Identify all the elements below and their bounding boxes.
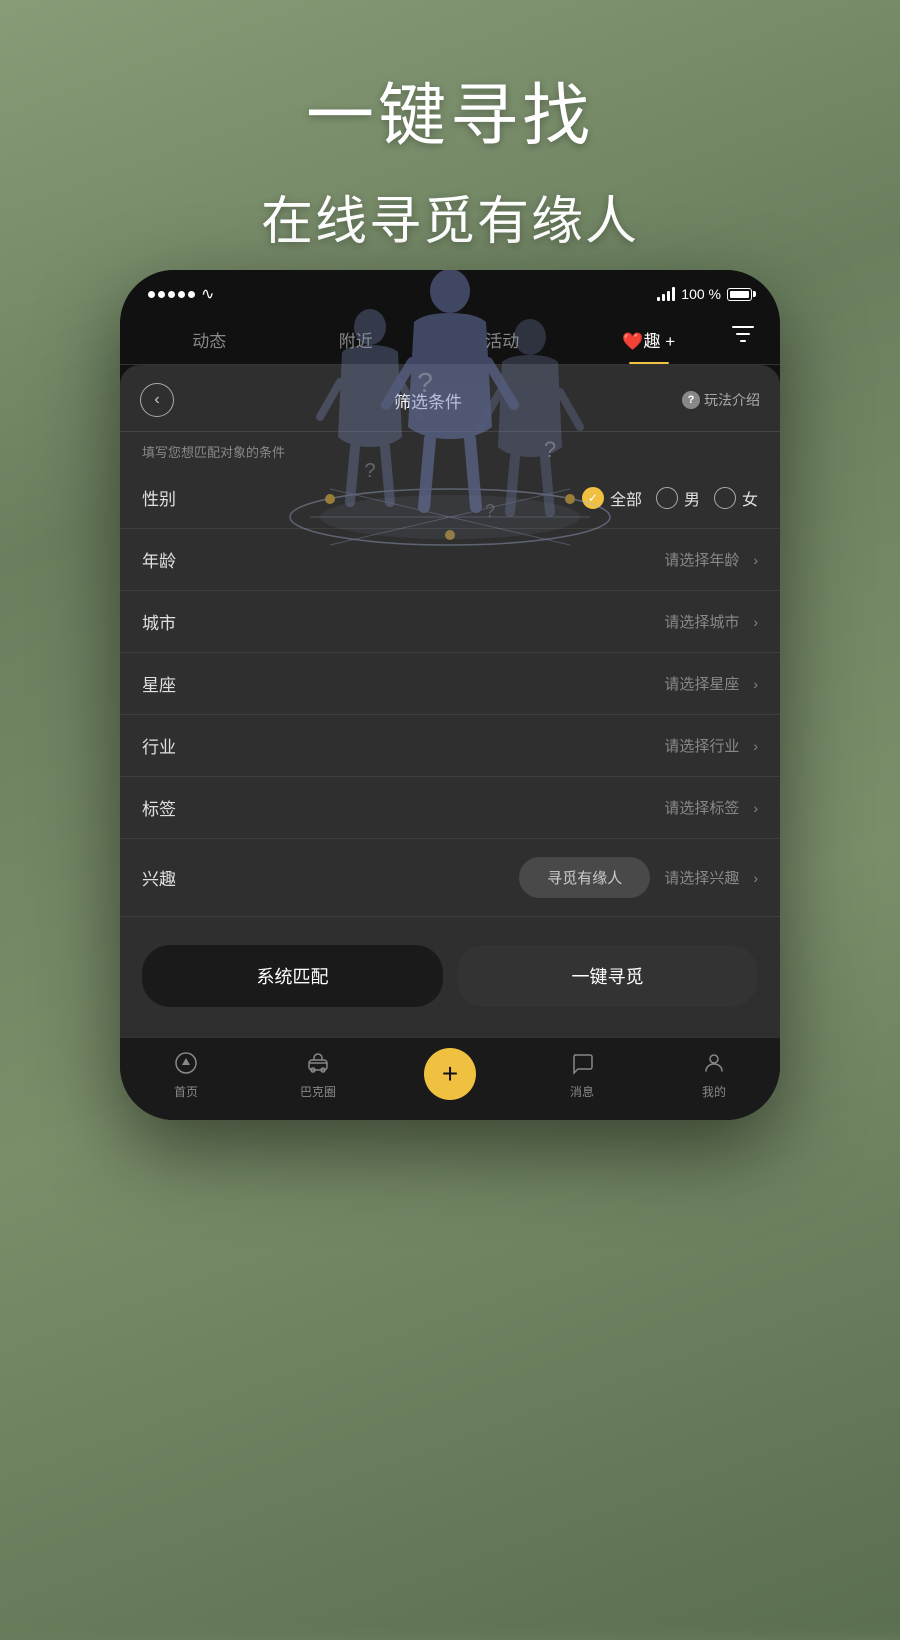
tags-value: 请选择标签 ›: [202, 797, 758, 818]
signal-dots: [148, 291, 195, 298]
zodiac-label: 星座: [142, 671, 202, 696]
industry-placeholder: 请选择行业: [664, 735, 739, 756]
nav-mine[interactable]: 我的: [648, 1051, 780, 1100]
age-placeholder: 请选择年龄: [664, 549, 739, 570]
system-match-button[interactable]: 系统匹配: [142, 945, 443, 1007]
tab-nearby[interactable]: 附近: [283, 319, 430, 364]
radio-female: [714, 487, 736, 509]
gender-all[interactable]: ✓ 全部: [582, 486, 642, 510]
hero-title: 一键寻找: [0, 60, 900, 159]
action-buttons: 系统匹配 一键寻觅: [120, 925, 780, 1017]
zodiac-chevron: ›: [753, 676, 758, 692]
filter-hint: 填写您想匹配对象的条件: [120, 432, 780, 467]
nav-message[interactable]: 消息: [516, 1051, 648, 1100]
nav-bakce[interactable]: 巴克圈: [252, 1051, 384, 1100]
interest-special-btn[interactable]: 寻觅有缘人: [519, 857, 650, 898]
battery-icon: [727, 288, 752, 301]
tab-activity[interactable]: 活动: [429, 319, 576, 364]
interest-label: 兴趣: [142, 865, 202, 890]
filter-sheet: ‹ 筛选条件 ? 玩法介绍 填写您想匹配对象的条件: [120, 365, 780, 1037]
sheet-title: 筛选条件: [174, 388, 682, 413]
filter-icon[interactable]: [722, 318, 764, 364]
one-key-search-button[interactable]: 一键寻觅: [457, 945, 758, 1007]
home-icon: [174, 1051, 198, 1079]
mine-icon: [702, 1051, 726, 1079]
age-label: 年龄: [142, 547, 202, 572]
bakce-icon: [306, 1051, 330, 1079]
sheet-header: ‹ 筛选条件 ? 玩法介绍: [120, 365, 780, 432]
phone-shell: ∿ 100 % 动态 附近 活动: [120, 270, 780, 1120]
city-value: 请选择城市 ›: [202, 611, 758, 632]
status-right: 100 %: [657, 286, 752, 302]
interest-value: 寻觅有缘人 请选择兴趣 ›: [202, 857, 758, 898]
tags-chevron: ›: [753, 800, 758, 816]
industry-label: 行业: [142, 733, 202, 758]
filter-gender-row: 性别 ✓ 全部 男 女: [120, 467, 780, 529]
bottom-navigation: 首页 巴克圈 + 消息: [120, 1037, 780, 1120]
nav-add[interactable]: +: [384, 1048, 516, 1102]
radio-all: ✓: [582, 487, 604, 509]
interest-chevron: ›: [753, 870, 758, 886]
nav-home[interactable]: 首页: [120, 1051, 252, 1100]
city-chevron: ›: [753, 614, 758, 630]
gender-female[interactable]: 女: [714, 486, 758, 510]
back-button[interactable]: ‹: [140, 383, 174, 417]
help-icon: ?: [682, 391, 700, 409]
battery-percent: 100 %: [681, 286, 721, 302]
wifi-icon: ∿: [201, 284, 214, 304]
filter-zodiac-row[interactable]: 星座 请选择星座 ›: [120, 653, 780, 715]
industry-chevron: ›: [753, 738, 758, 754]
gender-options: ✓ 全部 男 女: [202, 486, 758, 510]
city-placeholder: 请选择城市: [664, 611, 739, 632]
gender-male[interactable]: 男: [656, 486, 700, 510]
interest-placeholder: 请选择兴趣: [664, 867, 739, 888]
hero-subtitle: 在线寻觅有缘人: [0, 179, 900, 254]
tags-placeholder: 请选择标签: [664, 797, 739, 818]
filter-interest-row: 兴趣 寻觅有缘人 请选择兴趣 ›: [120, 839, 780, 917]
filter-city-row[interactable]: 城市 请选择城市 ›: [120, 591, 780, 653]
gender-label: 性别: [142, 485, 202, 510]
radio-male: [656, 487, 678, 509]
filter-industry-row[interactable]: 行业 请选择行业 ›: [120, 715, 780, 777]
signal-bars-icon: [657, 287, 675, 301]
filter-tags-row[interactable]: 标签 请选择标签 ›: [120, 777, 780, 839]
hero-section: 一键寻找 在线寻觅有缘人: [0, 60, 900, 254]
tab-dynamics[interactable]: 动态: [136, 319, 283, 364]
message-icon: [570, 1051, 594, 1079]
city-label: 城市: [142, 609, 202, 634]
tags-label: 标签: [142, 795, 202, 820]
tab-interest[interactable]: ❤️趣 +: [576, 319, 723, 364]
zodiac-value: 请选择星座 ›: [202, 673, 758, 694]
help-button[interactable]: ? 玩法介绍: [682, 390, 760, 410]
filter-age-row[interactable]: 年龄 请选择年龄 ›: [120, 529, 780, 591]
age-chevron: ›: [753, 552, 758, 568]
zodiac-placeholder: 请选择星座: [664, 673, 739, 694]
industry-value: 请选择行业 ›: [202, 735, 758, 756]
age-value: 请选择年龄 ›: [202, 549, 758, 570]
nav-tabs: 动态 附近 活动 ❤️趣 +: [120, 312, 780, 365]
status-bar: ∿ 100 %: [120, 270, 780, 312]
add-button[interactable]: +: [424, 1048, 476, 1100]
